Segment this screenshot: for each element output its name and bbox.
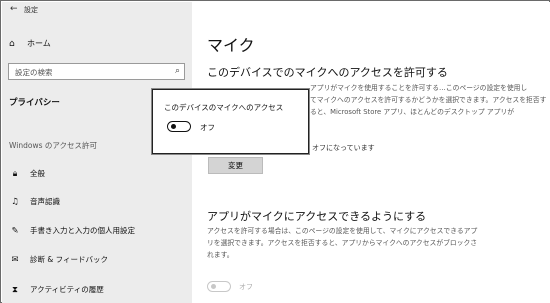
history-icon: ⧗ <box>12 284 18 295</box>
sidebar-item-label: 全般 <box>30 169 45 178</box>
pen-icon: ✎ <box>11 225 19 236</box>
search-icon[interactable]: ⌕ <box>175 66 180 76</box>
sidebar-item-label: 手書き入力と入力の個人用設定 <box>30 226 135 235</box>
device-desc-line1: アプリがマイクを使用することを許可する…このページの設定を使用し <box>310 84 528 92</box>
device-desc-line2: てマイクへのアクセスを許可するかどうかを選択できます。アクセスを拒否す <box>310 96 547 104</box>
feedback-icon: ✉ <box>11 254 19 265</box>
apps-desc-line2: リを選択できます。アクセスを拒否すると、アプリからマイクへのアクセスがブロックさ <box>207 239 478 247</box>
home-nav-item[interactable]: ⌂ ホーム <box>9 38 51 49</box>
home-label: ホーム <box>27 39 51 48</box>
group-label: Windows のアクセス許可 <box>9 141 97 150</box>
toggle-knob <box>211 284 216 289</box>
device-status-text: オフになっています <box>312 144 375 152</box>
speech-icon: ♫ <box>11 196 19 207</box>
settings-search-input[interactable]: 設定の検索 ⌕ <box>8 63 185 80</box>
apps-desc-line3: れます。 <box>207 251 234 259</box>
device-access-toggle[interactable] <box>167 121 191 132</box>
change-button[interactable]: 変更 <box>208 157 263 174</box>
page-title: マイク <box>207 36 255 55</box>
sidebar-item-diagnostics[interactable]: ✉ 診断 & フィードバック <box>9 254 108 265</box>
section-title: プライバシー <box>9 98 60 108</box>
sidebar-item-label: アクティビティの履歴 <box>30 285 104 294</box>
sidebar-item-inking[interactable]: ✎ 手書き入力と入力の個人用設定 <box>9 225 135 236</box>
lock-icon: 🔒︎ <box>12 168 18 179</box>
window-title: 設定 <box>24 6 38 14</box>
device-access-heading: このデバイスでのマイクへのアクセスを許可する <box>207 66 448 79</box>
settings-window: ← 設定 ⌂ ホーム 設定の検索 ⌕ プライバシー Windows のアクセス許… <box>0 0 550 303</box>
sidebar-item-label: 音声認識 <box>30 197 60 206</box>
sidebar-item-label: 診断 & フィードバック <box>30 255 108 264</box>
apps-access-toggle[interactable] <box>207 281 231 292</box>
sidebar-item-activity[interactable]: ⧗ アクティビティの履歴 <box>9 284 104 295</box>
toggle-state-label: オフ <box>200 123 215 132</box>
dialog-title: このデバイスのマイクへのアクセス <box>164 103 284 112</box>
home-icon: ⌂ <box>9 38 15 49</box>
device-desc-line3: ると、Microsoft Store アプリ、ほとんどのデスクトップ アプリが <box>310 108 515 116</box>
apps-access-heading: アプリがマイクにアクセスできるようにする <box>207 210 427 223</box>
toggle-knob <box>171 124 176 129</box>
search-placeholder: 設定の検索 <box>15 68 53 77</box>
back-arrow-icon[interactable]: ← <box>10 4 18 14</box>
device-access-dialog: このデバイスのマイクへのアクセス オフ <box>152 89 309 154</box>
sidebar-item-general[interactable]: 🔒︎ 全般 <box>9 168 45 179</box>
sidebar-item-speech[interactable]: ♫ 音声認識 <box>9 196 60 207</box>
apps-toggle-label: オフ <box>239 283 253 291</box>
apps-desc-line1: アクセスを許可する場合は、このページの設定を使用して、マイクにアクセスできるアプ <box>207 227 478 235</box>
